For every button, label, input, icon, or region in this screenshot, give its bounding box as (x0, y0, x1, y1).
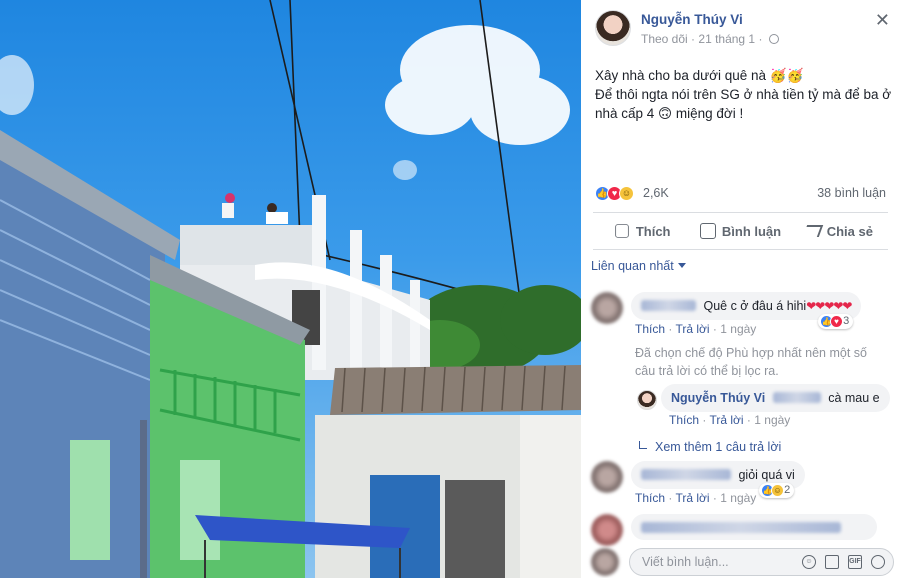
camera-icon[interactable] (825, 555, 839, 569)
reply-author-avatar[interactable] (637, 390, 657, 410)
post-action-bar: Thích Bình luận Chia sẻ (593, 214, 888, 248)
comment-button[interactable]: Bình luận (691, 214, 789, 248)
share-icon (802, 225, 823, 237)
reply-arrow-icon (639, 441, 647, 449)
love-reaction-icon: ♥ (830, 315, 843, 328)
commenter-avatar[interactable] (591, 461, 623, 493)
house-photo-illustration (0, 0, 581, 578)
like-icon (615, 224, 629, 238)
author-name[interactable]: Nguyễn Thúy Vi (641, 12, 743, 27)
divider (593, 249, 888, 250)
post-header: Nguyễn Thúy Vi Theo dõi · 21 tháng 1 · ✕ (595, 10, 892, 50)
share-button[interactable]: Chia sẻ (790, 214, 888, 248)
comment-sort-dropdown[interactable]: Liên quan nhất (591, 259, 686, 273)
comment-input-placeholder: Viết bình luận... (642, 555, 729, 569)
close-icon[interactable]: ✕ (875, 10, 890, 31)
current-user-avatar (591, 548, 619, 576)
comment-actions: Thích · Trả lời · 1 ngày (635, 322, 756, 336)
status-line: nhà cấp 4 🙃 miệng đời ! (595, 106, 744, 121)
divider (593, 212, 888, 213)
comment-count[interactable]: 38 bình luận (817, 186, 886, 200)
commenter-name-blurred[interactable] (641, 300, 696, 311)
author-avatar[interactable] (595, 10, 631, 46)
comment-tools: ☺ GIF (802, 555, 885, 569)
comment-text-blurred (641, 522, 841, 533)
sticker-icon[interactable] (871, 555, 885, 569)
comment-text: Quê c ở đâu á hihi (703, 299, 807, 313)
post-photo[interactable] (0, 0, 581, 578)
globe-icon (768, 34, 779, 44)
comment-icon (699, 223, 716, 239)
post-meta: Theo dõi · 21 tháng 1 · (641, 32, 779, 46)
caret-down-icon (677, 263, 686, 268)
follow-link[interactable]: Theo dõi (641, 32, 688, 46)
reply-bubble: Nguyễn Thúy Vi cà mau e (661, 384, 890, 412)
comment-reply-link[interactable]: Trả lời (675, 322, 709, 336)
post-status-text: Xây nhà cho ba dưới quê nà 🥳🥳 Để thôi ng… (595, 66, 895, 123)
comment-like-link[interactable]: Thích (635, 491, 665, 505)
comment-hearts: ❤❤❤❤❤ (806, 299, 852, 313)
comment-item: Quê c ở đâu á hihi❤❤❤❤❤ 👍 ♥ 3 Thích · Trả… (591, 292, 891, 342)
comment-reaction-count: 3 (843, 315, 850, 327)
tagged-name-blurred[interactable] (772, 392, 821, 403)
like-button[interactable]: Thích (593, 214, 691, 248)
comment-actions: Thích · Trả lời · 1 ngày (635, 491, 756, 505)
gif-icon[interactable]: GIF (848, 555, 862, 569)
commenter-avatar[interactable] (591, 514, 623, 546)
comment-input[interactable]: Viết bình luận... ☺ GIF (629, 548, 894, 576)
emoji-icon[interactable]: ☺ (802, 555, 816, 569)
comment-time[interactable]: 1 ngày (720, 322, 756, 336)
comment-item: giỏi quá vi 👍☺ 2 Thích · Trả lời · 1 ngà… (591, 461, 891, 511)
reaction-icons: 👍 ♥ ☺ (595, 185, 634, 201)
view-more-replies-label: Xem thêm 1 câu trả lời (655, 440, 782, 454)
reply-time[interactable]: 1 ngày (754, 413, 790, 427)
reaction-count[interactable]: 2,6K (643, 186, 669, 200)
reply-text: cà mau e (828, 391, 880, 405)
comment-item (591, 514, 891, 546)
reply-reply-link[interactable]: Trả lời (709, 413, 743, 427)
post-side-panel: Nguyễn Thúy Vi Theo dõi · 21 tháng 1 · ✕… (581, 0, 900, 578)
write-comment-box: Viết bình luận... ☺ GIF (591, 548, 894, 578)
reply-like-link[interactable]: Thích (669, 413, 699, 427)
status-line: Xây nhà cho ba dưới quê nà 🥳🥳 (595, 68, 804, 83)
filter-notice: Đã chọn chế độ Phù hợp nhất nên một số c… (635, 346, 867, 378)
reaction-summary[interactable]: 👍 ♥ ☺ 2,6K 38 bình luận (595, 184, 886, 204)
commenter-avatar[interactable] (591, 292, 623, 324)
comment-reactions[interactable]: 👍 ♥ 3 (818, 314, 854, 329)
comment-reply-link[interactable]: Trả lời (675, 491, 709, 505)
reply-actions: Thích · Trả lời · 1 ngày (669, 413, 790, 427)
reply-author-name[interactable]: Nguyễn Thúy Vi (671, 391, 765, 405)
comment-bubble (631, 514, 877, 540)
comment-like-link[interactable]: Thích (635, 322, 665, 336)
post-date[interactable]: 21 tháng 1 (698, 32, 755, 46)
haha-reaction-icon: ☺ (771, 484, 784, 497)
comment-time[interactable]: 1 ngày (720, 491, 756, 505)
comment-reaction-count: 2 (784, 484, 791, 496)
view-more-replies[interactable]: Xem thêm 1 câu trả lời (639, 440, 781, 454)
comment-reactions[interactable]: 👍☺ 2 (759, 483, 795, 498)
comment-label: Bình luận (721, 223, 782, 239)
comment-text: giỏi quá vi (738, 468, 795, 482)
status-line: Để thôi ngta nói trên SG ở nhà tiền tỷ m… (595, 87, 892, 102)
meta-separator: · (758, 32, 766, 46)
share-label: Chia sẻ (826, 223, 873, 239)
haha-reaction-icon: ☺ (619, 186, 634, 201)
commenter-name-blurred[interactable] (641, 469, 731, 480)
reply-item: Nguyễn Thúy Vi cà mau e Thích · Trả lời … (637, 384, 897, 430)
sort-label: Liên quan nhất (591, 259, 674, 273)
like-label: Thích (635, 223, 671, 239)
